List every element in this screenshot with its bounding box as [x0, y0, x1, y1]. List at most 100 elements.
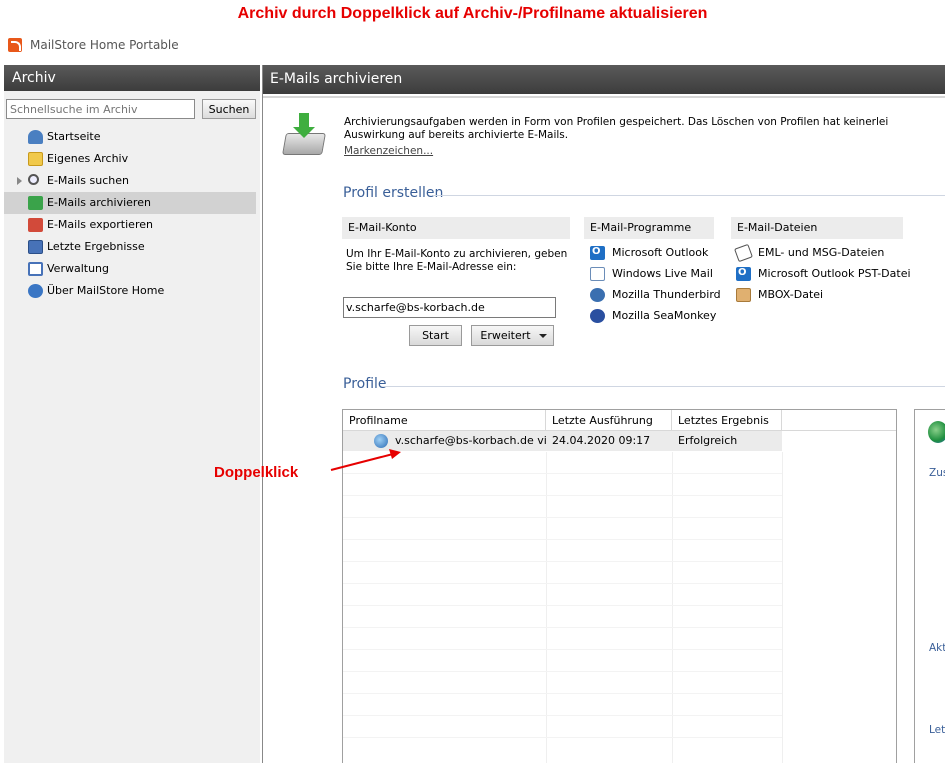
annotation-arrow [330, 449, 401, 471]
grid-line [343, 671, 782, 672]
result-cell: Erfolgreich [678, 434, 738, 447]
sidebar-item-startseite[interactable]: Startseite [4, 126, 256, 148]
search-button[interactable]: Suchen [202, 99, 256, 119]
profiles-title: Profile [343, 376, 387, 392]
table-header: Profilname Letzte Ausführung Letztes Erg… [343, 410, 896, 431]
eml-file-icon [734, 243, 753, 263]
program-label: Mozilla Thunderbird [612, 288, 721, 301]
sidebar-item-label: E-Mails archivieren [47, 196, 151, 209]
annotation-title: Archiv durch Doppelklick auf Archiv-/Pro… [237, 5, 708, 22]
info-icon [28, 284, 43, 298]
email-account-header: E-Mail-Konto [342, 217, 570, 239]
program-label: Windows Live Mail [612, 267, 713, 280]
section-divider [433, 195, 945, 196]
grid-line [343, 693, 782, 694]
profiles-table: Profilname Letzte Ausführung Letztes Erg… [342, 409, 897, 763]
create-profile-title: Profil erstellen [343, 185, 444, 201]
grid-line [343, 495, 782, 496]
file-label: EML- und MSG-Dateien [758, 246, 885, 259]
sidebar-item-label: Über MailStore Home [47, 284, 165, 297]
program-label: Mozilla SeaMonkey [612, 309, 717, 322]
sidebar: Archiv Suchen Startseite Eigenes Archiv … [4, 65, 260, 763]
file-label: MBOX-Datei [758, 288, 824, 301]
email-programs-header: E-Mail-Programme [584, 217, 714, 239]
grid-line [672, 452, 673, 763]
globe-icon [928, 421, 945, 443]
column-letztes-ergebnis[interactable]: Letztes Ergebnis [672, 410, 782, 431]
grid-line [343, 605, 782, 606]
grid-line [343, 561, 782, 562]
file-mbox[interactable]: MBOX-Datei [736, 286, 823, 304]
sidebar-item-e-mails-suchen[interactable]: E-Mails suchen [4, 170, 256, 192]
export-icon [28, 218, 43, 232]
windows-live-mail-icon [590, 267, 605, 281]
grid-line [343, 517, 782, 518]
file-eml-msg[interactable]: EML- und MSG-Dateien [734, 243, 885, 263]
program-mozilla-thunderbird[interactable]: Mozilla Thunderbird [590, 286, 721, 304]
sidebar-item-label: E-Mails suchen [47, 174, 129, 187]
sidebar-item-verwaltung[interactable]: Verwaltung [4, 258, 256, 280]
program-windows-live-mail[interactable]: Windows Live Mail [590, 265, 713, 283]
column-profilname[interactable]: Profilname [343, 410, 546, 431]
quick-search: Suchen [6, 99, 258, 121]
start-button[interactable]: Start [409, 325, 462, 346]
profile-details-panel: Zus Akt Letz [914, 409, 945, 763]
grid-line [782, 452, 783, 763]
email-account-instructions: Um Ihr E-Mail-Konto zu archivieren, gebe… [346, 248, 568, 273]
grid-line [343, 737, 782, 738]
details-label-akt: Akt [929, 642, 945, 654]
archive-icon [28, 196, 43, 210]
sidebar-item-eigenes-archiv[interactable]: Eigenes Archiv [4, 148, 256, 170]
grid-line [343, 539, 782, 540]
quick-search-input[interactable] [6, 99, 195, 119]
sidebar-item-label: Verwaltung [47, 262, 109, 275]
program-label: Microsoft Outlook [612, 246, 709, 259]
sidebar-item-label: Letzte Ergebnisse [47, 240, 145, 253]
folder-icon [28, 152, 43, 166]
section-divider [384, 386, 945, 387]
email-files-header: E-Mail-Dateien [731, 217, 903, 239]
sidebar-item-label: Startseite [47, 130, 101, 143]
trademark-link[interactable]: Markenzeichen... [344, 145, 433, 157]
advanced-dropdown-button[interactable]: Erweitert [471, 325, 554, 346]
expand-arrow-icon[interactable] [17, 177, 22, 185]
email-address-input[interactable] [343, 297, 556, 318]
app-title-bar: MailStore Home Portable [0, 34, 945, 56]
grid-line [343, 627, 782, 628]
search-icon [28, 174, 39, 185]
sidebar-item-e-mails-archivieren[interactable]: E-Mails archivieren [4, 192, 256, 214]
app-title: MailStore Home Portable [30, 38, 179, 52]
home-icon [28, 130, 43, 144]
details-label-letz: Letz [929, 724, 945, 736]
outlook-icon [590, 243, 605, 261]
details-label-zus: Zus [929, 467, 945, 479]
thunderbird-icon [590, 288, 605, 302]
results-icon [28, 240, 43, 254]
program-mozilla-seamonkey[interactable]: Mozilla SeaMonkey [590, 307, 716, 325]
sidebar-item-letzte-ergebnisse[interactable]: Letzte Ergebnisse [4, 236, 256, 258]
intro-text: Archivierungsaufgaben werden in Form von… [344, 116, 889, 141]
main-content: Archivierungsaufgaben werden in Form von… [263, 96, 945, 763]
grid-line [343, 649, 782, 650]
sidebar-item-e-mails-exportieren[interactable]: E-Mails exportieren [4, 214, 256, 236]
profile-name-cell: v.scharfe@bs-korbach.de vi... [395, 434, 546, 447]
admin-icon [28, 262, 43, 276]
grid-line [343, 715, 782, 716]
file-outlook-pst[interactable]: Microsoft Outlook PST-Datei [736, 264, 911, 283]
mailstore-logo-icon [8, 38, 22, 52]
seamonkey-icon [590, 309, 605, 323]
archive-download-icon [282, 113, 326, 157]
sidebar-item-label: E-Mails exportieren [47, 218, 153, 231]
program-microsoft-outlook[interactable]: Microsoft Outlook [590, 243, 709, 262]
advanced-label: Erweitert [480, 329, 531, 342]
main-panel: E-Mails archivieren Archivierungsaufgabe… [262, 65, 945, 763]
doppelklick-annotation: Doppelklick [214, 464, 299, 481]
last-run-cell: 24.04.2020 09:17 [552, 434, 651, 447]
column-letzte-ausfuehrung[interactable]: Letzte Ausführung [546, 410, 672, 431]
mbox-file-icon [736, 288, 751, 302]
main-header: E-Mails archivieren [263, 65, 945, 94]
sidebar-nav: Startseite Eigenes Archiv E-Mails suchen… [4, 126, 256, 302]
sidebar-header: Archiv [4, 65, 260, 91]
sidebar-item-ueber-mailstore-home[interactable]: Über MailStore Home [4, 280, 256, 302]
grid-line [546, 452, 547, 763]
